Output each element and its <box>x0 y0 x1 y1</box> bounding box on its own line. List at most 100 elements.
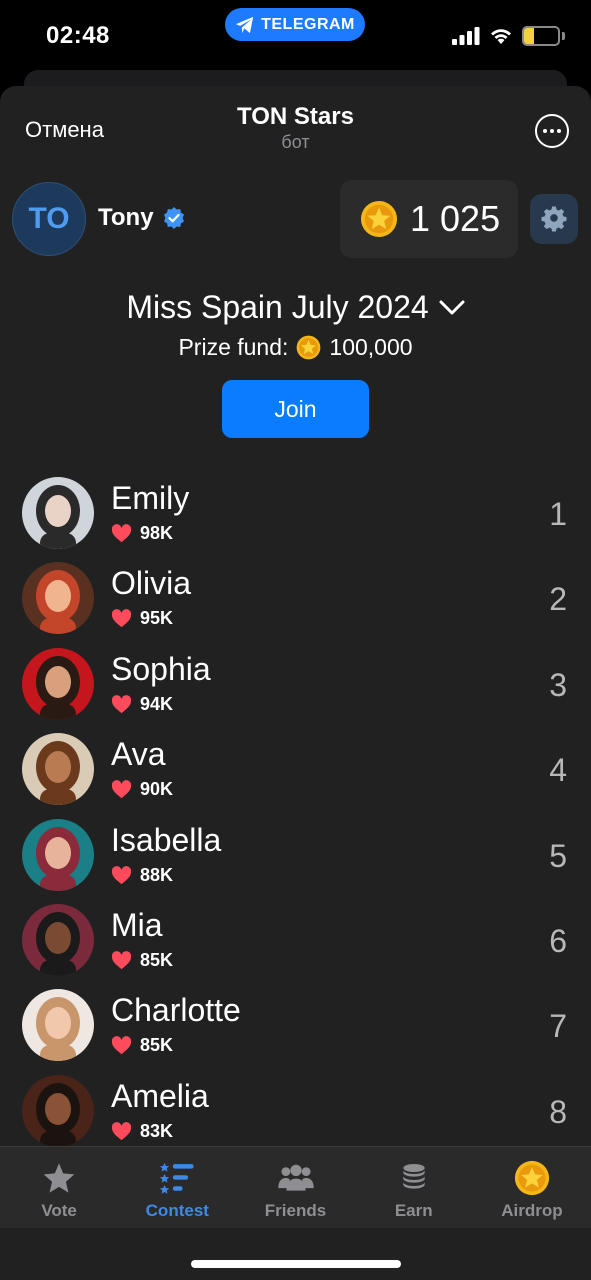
contestant-row[interactable]: Sophia 94K 3 <box>0 641 591 726</box>
webapp-header: Отмена TON Stars бот <box>0 86 591 182</box>
battery-fill <box>524 28 535 44</box>
contestant-row[interactable]: Charlotte 85K 7 <box>0 982 591 1067</box>
contestant-row[interactable]: Amelia 83K 8 <box>0 1068 591 1153</box>
profile-row: TO Tony 1 025 <box>0 180 591 278</box>
heart-icon <box>111 609 132 628</box>
star-icon <box>42 1161 76 1195</box>
contestant-row[interactable]: Isabella 88K 5 <box>0 812 591 897</box>
battery-level: 30 <box>533 28 549 44</box>
heart-icon <box>111 780 132 799</box>
coin-star-icon <box>297 335 321 360</box>
contestant-avatar[interactable] <box>22 733 94 806</box>
signal-icon <box>452 27 480 45</box>
more-dot-icon <box>557 129 561 133</box>
user-name: Tony <box>98 204 154 231</box>
heart-icon <box>111 524 132 543</box>
ranking-list-icon <box>159 1161 195 1195</box>
friends-icon <box>277 1161 315 1195</box>
more-dot-icon <box>550 129 554 133</box>
likes-count: 90K <box>140 779 174 800</box>
contestant-rank: 2 <box>549 581 567 618</box>
tab-label: Contest <box>145 1201 209 1220</box>
prize-fund: Prize fund: 100,000 <box>0 334 591 361</box>
likes-count: 95K <box>140 608 174 629</box>
contestant-list: Emily 98K 1 Olivia 95K 2 Sophia 94K 3 Av… <box>0 470 591 1153</box>
bot-subtitle: бот <box>281 132 310 152</box>
contestant-rank: 5 <box>549 837 567 874</box>
status-icons: 30 <box>452 26 565 46</box>
join-button[interactable]: Join <box>222 380 369 438</box>
likes-count: 83K <box>140 1120 174 1141</box>
home-indicator <box>191 1260 401 1268</box>
battery-indicator: 30 <box>522 26 560 46</box>
more-dot-icon <box>543 129 547 133</box>
contest-selector[interactable]: Miss Spain July 2024 <box>0 289 591 326</box>
wifi-icon <box>491 29 511 44</box>
contestant-rank: 1 <box>549 496 567 532</box>
contestant-name: Ava <box>111 736 166 773</box>
contestant-avatar[interactable] <box>22 1074 94 1147</box>
user-name-block: Tony <box>98 204 186 232</box>
verified-badge-icon <box>163 207 184 229</box>
tab-friends[interactable]: Friends <box>236 1147 354 1228</box>
coin-star-icon <box>514 1160 550 1196</box>
more-options-button[interactable] <box>535 114 569 148</box>
contestant-likes: 90K <box>111 779 173 800</box>
bottom-tab-bar: Vote Contest Friends Earn Airdrop <box>0 1146 591 1228</box>
status-bar: 02:48 TELEGRAM 30 <box>0 0 591 72</box>
contestant-row[interactable]: Ava 90K 4 <box>0 726 591 811</box>
tab-vote[interactable]: Vote <box>0 1147 118 1228</box>
contestant-avatar[interactable] <box>22 562 94 635</box>
contestant-avatar[interactable] <box>22 818 94 891</box>
contestant-avatar[interactable] <box>22 989 94 1062</box>
contestant-row[interactable]: Mia 85K 6 <box>0 897 591 982</box>
contestant-rank: 4 <box>549 752 567 789</box>
contestant-row[interactable]: Olivia 95K 2 <box>0 555 591 640</box>
contestant-rank: 6 <box>549 922 567 959</box>
contestant-name: Amelia <box>111 1077 209 1114</box>
likes-count: 98K <box>140 523 174 543</box>
tab-label: Earn <box>394 1201 433 1220</box>
tab-earn[interactable]: Earn <box>355 1147 473 1228</box>
telegram-pill[interactable]: TELEGRAM <box>225 8 365 41</box>
tab-airdrop[interactable]: Airdrop <box>473 1147 591 1228</box>
header-title-block: TON Stars бот <box>0 103 591 153</box>
contestant-avatar[interactable] <box>22 477 94 549</box>
coin-star-icon <box>360 200 398 238</box>
contest-title: Miss Spain July 2024 <box>126 289 429 325</box>
chevron-down-icon <box>439 300 465 314</box>
tab-label: Airdrop <box>501 1201 563 1220</box>
heart-icon <box>111 694 132 713</box>
likes-count: 85K <box>140 949 174 970</box>
heart-icon <box>111 1121 132 1140</box>
contestant-avatar[interactable] <box>22 903 94 976</box>
contestant-rank: 7 <box>549 1008 567 1045</box>
likes-count: 85K <box>140 1035 174 1056</box>
settings-button[interactable] <box>530 194 578 244</box>
contestant-likes: 98K <box>111 523 173 544</box>
gear-icon <box>541 206 567 232</box>
telegram-plane-icon <box>236 16 254 33</box>
contestant-name: Isabella <box>111 821 222 858</box>
tab-label: Vote <box>41 1201 77 1220</box>
bot-title: TON Stars <box>237 103 354 130</box>
coin-stack-icon <box>397 1161 431 1195</box>
contestant-likes: 88K <box>111 865 173 886</box>
user-avatar[interactable]: TO <box>12 182 86 256</box>
tab-contest[interactable]: Contest <box>118 1147 236 1228</box>
contestant-likes: 95K <box>111 608 173 629</box>
contestant-likes: 85K <box>111 1035 173 1056</box>
balance-box[interactable]: 1 025 <box>340 180 518 258</box>
contestant-likes: 83K <box>111 1121 173 1142</box>
contestant-avatar[interactable] <box>22 647 94 720</box>
contestant-rank: 3 <box>549 666 567 703</box>
contestant-likes: 94K <box>111 694 173 715</box>
prize-value: 100,000 <box>329 334 413 360</box>
contestant-name: Charlotte <box>111 992 241 1029</box>
status-time: 02:48 <box>46 22 110 49</box>
contestant-row[interactable]: Emily 98K 1 <box>0 470 591 555</box>
balance-value: 1 025 <box>410 198 501 239</box>
contestant-rank: 8 <box>549 1093 567 1130</box>
contestant-likes: 85K <box>111 950 173 971</box>
bot-webapp-sheet: Отмена TON Stars бот TO Tony 1 025 Miss … <box>0 86 591 1280</box>
